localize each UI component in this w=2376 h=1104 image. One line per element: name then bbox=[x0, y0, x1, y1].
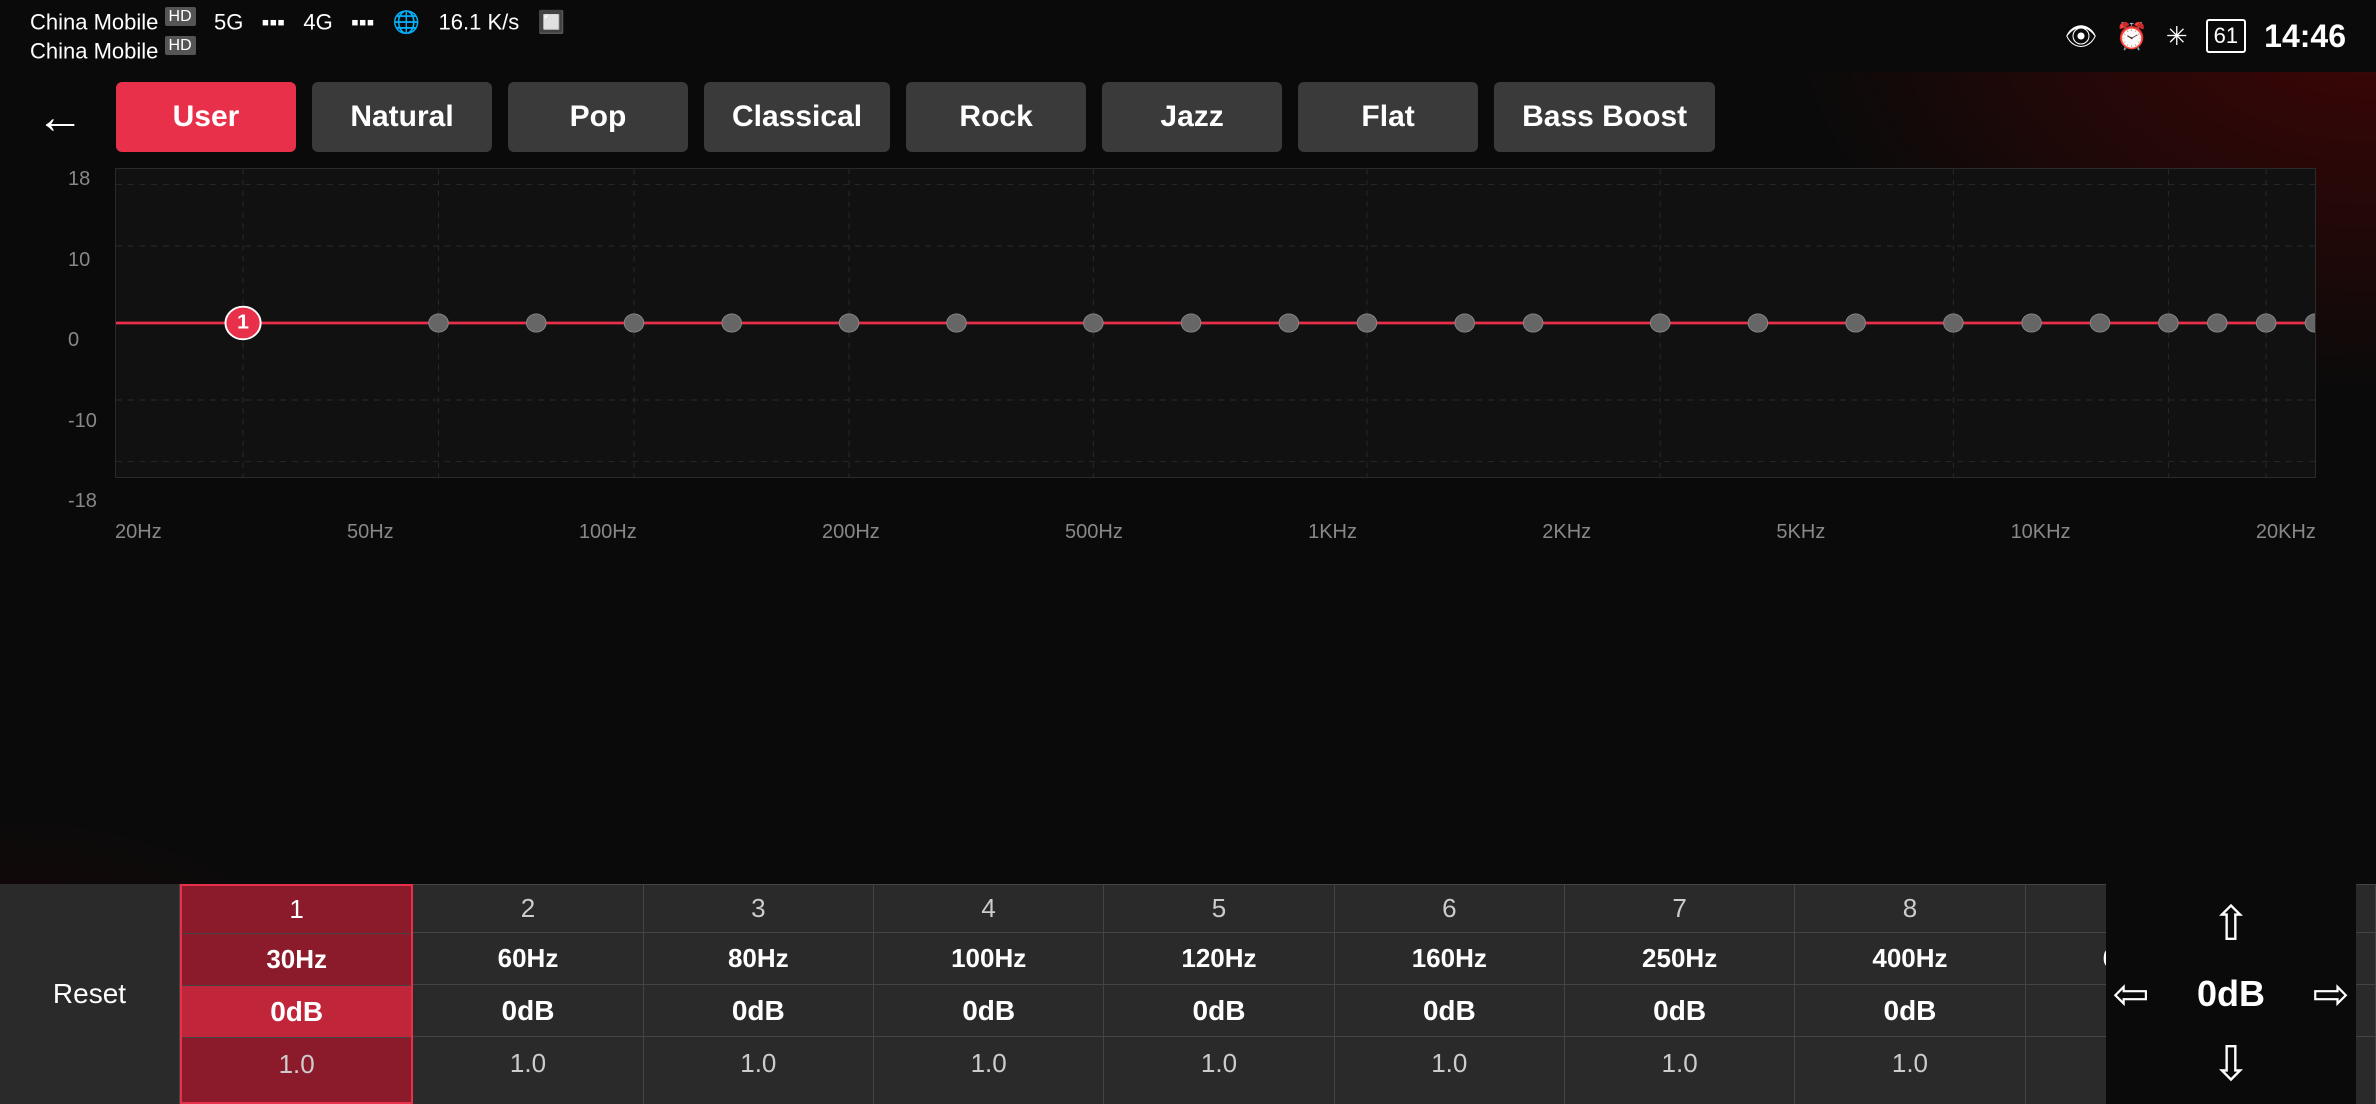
x-label-2khz: 2KHz bbox=[1542, 521, 1591, 544]
eq-chart-container: 18 10 0 -10 -18 bbox=[60, 168, 2316, 548]
nav-horizontal: ⇦ 0dB ⇨ bbox=[2101, 964, 2361, 1024]
eye-icon: 👁 bbox=[2064, 21, 2097, 52]
band-6-freq: 160Hz bbox=[1335, 933, 1564, 985]
band-7-num: 7 bbox=[1565, 885, 1794, 933]
carrier-info: China Mobile HD 5G ▪▪▪ 4G ▪▪▪ 🌐 16.1 K/s… bbox=[30, 8, 565, 65]
band-7-q: 1.0 bbox=[1565, 1037, 1794, 1089]
nav-vertical-down: ⇩ bbox=[2201, 1034, 2261, 1094]
bands-wrapper: 1 30Hz 0dB 1.0 2 60Hz 0dB 1.0 3 80Hz 0dB… bbox=[180, 884, 2376, 1104]
band-4-num: 4 bbox=[874, 885, 1103, 933]
band-7-db: 0dB bbox=[1565, 985, 1794, 1037]
band-5-q: 1.0 bbox=[1104, 1037, 1333, 1089]
band-6[interactable]: 6 160Hz 0dB 1.0 bbox=[1335, 884, 1565, 1104]
band-4-db: 0dB bbox=[874, 985, 1103, 1037]
nav-left-button[interactable]: ⇦ bbox=[2101, 964, 2161, 1024]
preset-pop[interactable]: Pop bbox=[508, 82, 688, 152]
time-display: 14:46 bbox=[2264, 18, 2346, 55]
band-2-freq: 60Hz bbox=[413, 933, 642, 985]
band-3[interactable]: 3 80Hz 0dB 1.0 bbox=[644, 884, 874, 1104]
nav-up-button[interactable]: ⇧ bbox=[2201, 894, 2261, 954]
band-1-db: 0dB bbox=[182, 986, 411, 1038]
band-2-num: 2 bbox=[413, 885, 642, 933]
band-8[interactable]: 8 400Hz 0dB 1.0 bbox=[1795, 884, 2025, 1104]
band-8-num: 8 bbox=[1795, 885, 2024, 933]
band-5-num: 5 bbox=[1104, 885, 1333, 933]
y-label-18: 18 bbox=[68, 168, 97, 191]
x-label-100hz: 100Hz bbox=[579, 521, 637, 544]
preset-jazz[interactable]: Jazz bbox=[1102, 82, 1282, 152]
preset-bass-boost[interactable]: Bass Boost bbox=[1494, 82, 1715, 152]
band-1-num: 1 bbox=[182, 886, 411, 934]
preset-flat[interactable]: Flat bbox=[1298, 82, 1478, 152]
nav-right-button[interactable]: ⇨ bbox=[2301, 964, 2361, 1024]
band-8-q: 1.0 bbox=[1795, 1037, 2024, 1089]
value-navigation: ⇧ ⇦ 0dB ⇨ ⇩ bbox=[2106, 884, 2356, 1104]
preset-rock[interactable]: Rock bbox=[906, 82, 1086, 152]
x-label-50hz: 50Hz bbox=[347, 521, 394, 544]
band-1-q: 1.0 bbox=[182, 1038, 411, 1090]
band-3-num: 3 bbox=[644, 885, 873, 933]
band-5-db: 0dB bbox=[1104, 985, 1333, 1037]
back-button[interactable]: ← bbox=[20, 82, 100, 152]
band-7[interactable]: 7 250Hz 0dB 1.0 bbox=[1565, 884, 1795, 1104]
back-arrow-icon: ← bbox=[36, 90, 84, 145]
band-2[interactable]: 2 60Hz 0dB 1.0 bbox=[413, 884, 643, 1104]
band-4-freq: 100Hz bbox=[874, 933, 1103, 985]
y-label-10: 10 bbox=[68, 249, 97, 272]
x-label-1khz: 1KHz bbox=[1308, 521, 1357, 544]
current-db-value: 0dB bbox=[2181, 973, 2281, 1015]
y-label-neg18: -18 bbox=[68, 490, 97, 513]
band-7-freq: 250Hz bbox=[1565, 933, 1794, 985]
eq-svg: 1 bbox=[116, 169, 2315, 477]
band-8-db: 0dB bbox=[1795, 985, 2024, 1037]
carrier1-text: China Mobile HD 5G ▪▪▪ 4G ▪▪▪ 🌐 16.1 K/s… bbox=[30, 8, 565, 35]
band-6-db: 0dB bbox=[1335, 985, 1564, 1037]
x-label-200hz: 200Hz bbox=[822, 521, 880, 544]
carrier2-text: China Mobile HD bbox=[30, 37, 565, 64]
x-label-10khz: 10KHz bbox=[2011, 521, 2071, 544]
band-3-freq: 80Hz bbox=[644, 933, 873, 985]
x-label-500hz: 500Hz bbox=[1065, 521, 1123, 544]
band-3-q: 1.0 bbox=[644, 1037, 873, 1089]
band-6-q: 1.0 bbox=[1335, 1037, 1564, 1089]
band-4[interactable]: 4 100Hz 0dB 1.0 bbox=[874, 884, 1104, 1104]
y-label-0: 0 bbox=[68, 329, 97, 352]
preset-user[interactable]: User bbox=[116, 82, 296, 152]
band-controls: Reset 1 30Hz 0dB 1.0 2 60Hz 0dB 1.0 3 80… bbox=[0, 884, 2376, 1104]
band-2-q: 1.0 bbox=[413, 1037, 642, 1089]
x-label-20khz: 20KHz bbox=[2256, 521, 2316, 544]
battery-indicator: 61 bbox=[2206, 19, 2246, 53]
band-1-freq: 30Hz bbox=[182, 934, 411, 986]
band-4-q: 1.0 bbox=[874, 1037, 1103, 1089]
band-3-db: 0dB bbox=[644, 985, 873, 1037]
band-5[interactable]: 5 120Hz 0dB 1.0 bbox=[1104, 884, 1334, 1104]
preset-natural[interactable]: Natural bbox=[312, 82, 492, 152]
preset-navigation: ← User Natural Pop Classical Rock Jazz F… bbox=[0, 72, 2376, 162]
band-6-num: 6 bbox=[1335, 885, 1564, 933]
x-label-20hz: 20Hz bbox=[115, 521, 162, 544]
alarm-icon: ⏰ bbox=[2116, 21, 2148, 52]
reset-button[interactable]: Reset bbox=[0, 884, 180, 1104]
preset-classical[interactable]: Classical bbox=[704, 82, 890, 152]
bluetooth-icon: ✳ bbox=[2166, 21, 2188, 52]
nav-down-button[interactable]: ⇩ bbox=[2201, 1034, 2261, 1094]
band-8-freq: 400Hz bbox=[1795, 933, 2024, 985]
band-2-db: 0dB bbox=[413, 985, 642, 1037]
x-label-5khz: 5KHz bbox=[1776, 521, 1825, 544]
status-right: 👁 ⏰ ✳ 61 14:46 bbox=[2064, 18, 2346, 55]
eq-chart[interactable]: 1 bbox=[115, 168, 2316, 478]
band-1[interactable]: 1 30Hz 0dB 1.0 bbox=[180, 884, 413, 1104]
nav-vertical: ⇧ bbox=[2201, 894, 2261, 954]
y-label-neg10: -10 bbox=[68, 410, 97, 433]
status-bar: China Mobile HD 5G ▪▪▪ 4G ▪▪▪ 🌐 16.1 K/s… bbox=[0, 0, 2376, 72]
band-5-freq: 120Hz bbox=[1104, 933, 1333, 985]
svg-text:1: 1 bbox=[237, 311, 249, 333]
